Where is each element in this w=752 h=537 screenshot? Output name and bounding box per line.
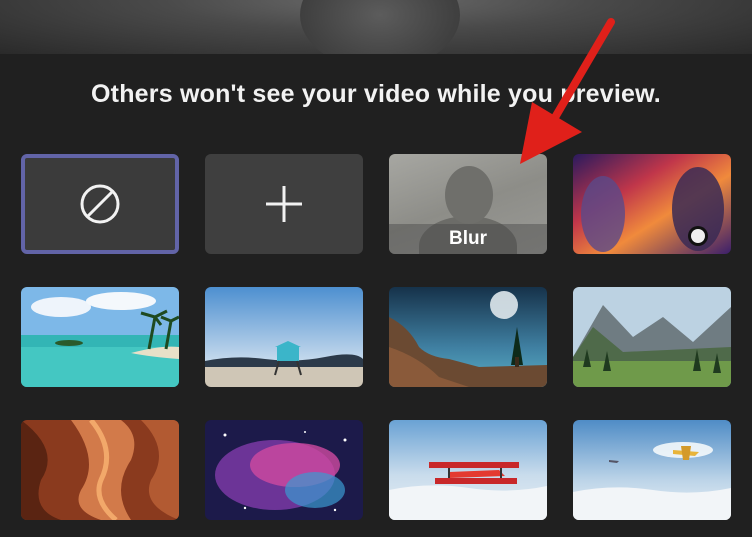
mountain-valley-background	[573, 287, 731, 387]
tropical-beach-background	[21, 287, 179, 387]
preview-face	[300, 0, 460, 54]
galaxy-background-option[interactable]	[205, 420, 363, 520]
snowy-plane-background-option[interactable]	[573, 420, 731, 520]
background-none-option[interactable]	[21, 154, 179, 254]
add-background-button[interactable]	[205, 154, 363, 254]
slot-canyon-background-option[interactable]	[21, 420, 179, 520]
blur-silhouette-head	[445, 166, 493, 224]
tropical-beach-background-option[interactable]	[21, 287, 179, 387]
biplane-background	[389, 420, 547, 520]
alien-planet-background	[389, 287, 547, 387]
alien-planet-background-option[interactable]	[389, 287, 547, 387]
plus-icon	[266, 186, 302, 222]
mountain-valley-background-option[interactable]	[573, 287, 731, 387]
lifeguard-beach-background	[205, 287, 363, 387]
no-entry-icon	[80, 184, 120, 224]
snowy-plane-background	[573, 420, 731, 520]
camera-preview	[0, 0, 752, 54]
red-annotation-arrow	[520, 18, 615, 164]
preview-notice: Others won't see your video while you pr…	[91, 80, 661, 108]
lifeguard-beach-background-option[interactable]	[205, 287, 363, 387]
galaxy-background	[205, 420, 363, 520]
slot-canyon-background	[21, 420, 179, 520]
blur-label: Blur	[389, 224, 547, 254]
biplane-background-option[interactable]	[389, 420, 547, 520]
